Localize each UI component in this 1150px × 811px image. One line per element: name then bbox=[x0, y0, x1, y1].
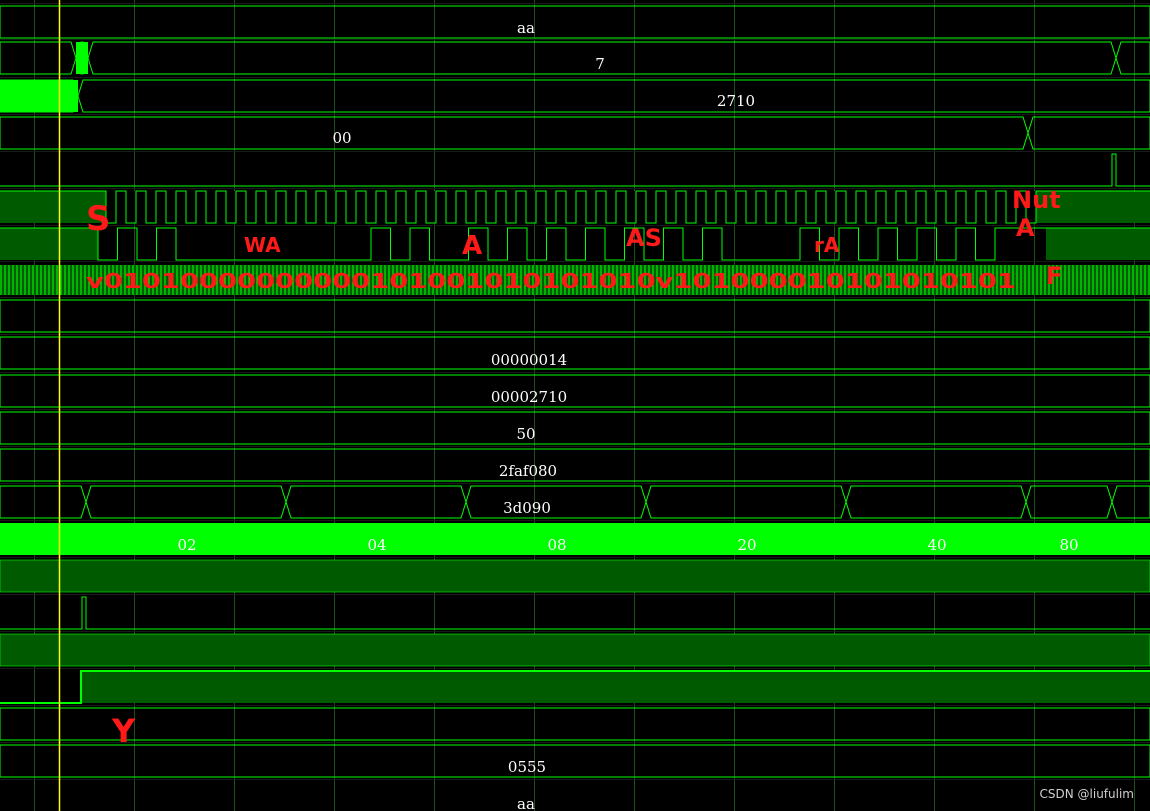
pulse-trace bbox=[0, 153, 1150, 187]
anno-read-ack: rA bbox=[814, 233, 840, 257]
solid-dark-row bbox=[0, 559, 1150, 593]
bus-row-20 bbox=[0, 744, 1150, 778]
bus-fill-segment bbox=[76, 42, 88, 74]
sda-fill bbox=[0, 228, 98, 260]
row1-value: 7 bbox=[595, 55, 605, 73]
scl-row bbox=[0, 190, 1150, 224]
bus-outline bbox=[0, 744, 1150, 778]
bus-row-8 bbox=[0, 299, 1150, 333]
row13-seg-20: 20 bbox=[737, 536, 756, 554]
row12-value: 3d090 bbox=[503, 499, 551, 517]
bus-outline bbox=[0, 707, 1150, 741]
bus-row-19 bbox=[0, 707, 1150, 741]
anno-ack1: A bbox=[462, 231, 482, 261]
bus-outline bbox=[0, 448, 1150, 482]
row13-seg-02: 02 bbox=[177, 536, 196, 554]
pulse-trace bbox=[0, 596, 1150, 630]
anno-restart: AS bbox=[626, 224, 662, 252]
bus-outline bbox=[0, 41, 1150, 75]
bus-row-12 bbox=[0, 448, 1150, 482]
row19-value: 0555 bbox=[508, 758, 546, 776]
bus-row-13 bbox=[0, 485, 1150, 519]
anno-write-ack: WA bbox=[244, 233, 281, 257]
anno-start: S bbox=[86, 199, 111, 239]
anno-nack: Nut bbox=[1012, 186, 1061, 214]
signal-traces bbox=[0, 5, 1150, 778]
bus-outline bbox=[0, 299, 1150, 333]
row13-seg-80: 80 bbox=[1059, 536, 1078, 554]
bus-row-10 bbox=[0, 374, 1150, 408]
row9-value: 00002710 bbox=[491, 388, 567, 406]
bus-outline bbox=[0, 411, 1150, 445]
anno-ack-final: A bbox=[1016, 214, 1035, 242]
bus-row-3 bbox=[0, 116, 1150, 150]
watermark: CSDN @liufulim bbox=[1039, 787, 1135, 801]
sda-row bbox=[0, 227, 1150, 261]
row13-seg-40: 40 bbox=[927, 536, 946, 554]
step-fill bbox=[81, 671, 1150, 703]
step-row bbox=[0, 670, 1150, 704]
row3-value: 00 bbox=[332, 129, 351, 147]
bus-row-2 bbox=[0, 79, 1150, 113]
bus-outline bbox=[0, 485, 1150, 519]
row20-value: aa bbox=[517, 795, 535, 811]
anno-finish: F bbox=[1046, 262, 1062, 290]
bus-row-1 bbox=[0, 41, 1150, 75]
row8-value: 00000014 bbox=[491, 351, 567, 369]
bus-outline bbox=[0, 79, 1150, 113]
bus-outline bbox=[0, 116, 1150, 150]
bus-row-0 bbox=[0, 5, 1150, 39]
row13-seg-04: 04 bbox=[367, 536, 386, 554]
row13-seg-08: 08 bbox=[547, 536, 566, 554]
solid-dark-row bbox=[0, 633, 1150, 667]
bus-outline bbox=[0, 5, 1150, 39]
anno-bits: v01010000000000101001010101010v101000010… bbox=[86, 269, 1016, 293]
bus-outline bbox=[0, 336, 1150, 370]
row0-value: aa bbox=[517, 19, 535, 37]
anno-ready: Y bbox=[111, 712, 136, 750]
row11-value: 2faf080 bbox=[499, 462, 557, 480]
bus-outline bbox=[0, 374, 1150, 408]
bus-row-9 bbox=[0, 336, 1150, 370]
bus-row-11 bbox=[0, 411, 1150, 445]
waveform-canvas[interactable]: aa 7 2710 00 00000014 00002710 50 2faf08… bbox=[0, 0, 1150, 811]
solid-high-row bbox=[0, 523, 1150, 555]
row2-value: 2710 bbox=[717, 92, 755, 110]
sda-trace bbox=[0, 227, 1150, 261]
bus-fill-segment bbox=[0, 80, 78, 112]
row10-value: 50 bbox=[516, 425, 535, 443]
sda-fill bbox=[1046, 228, 1150, 260]
